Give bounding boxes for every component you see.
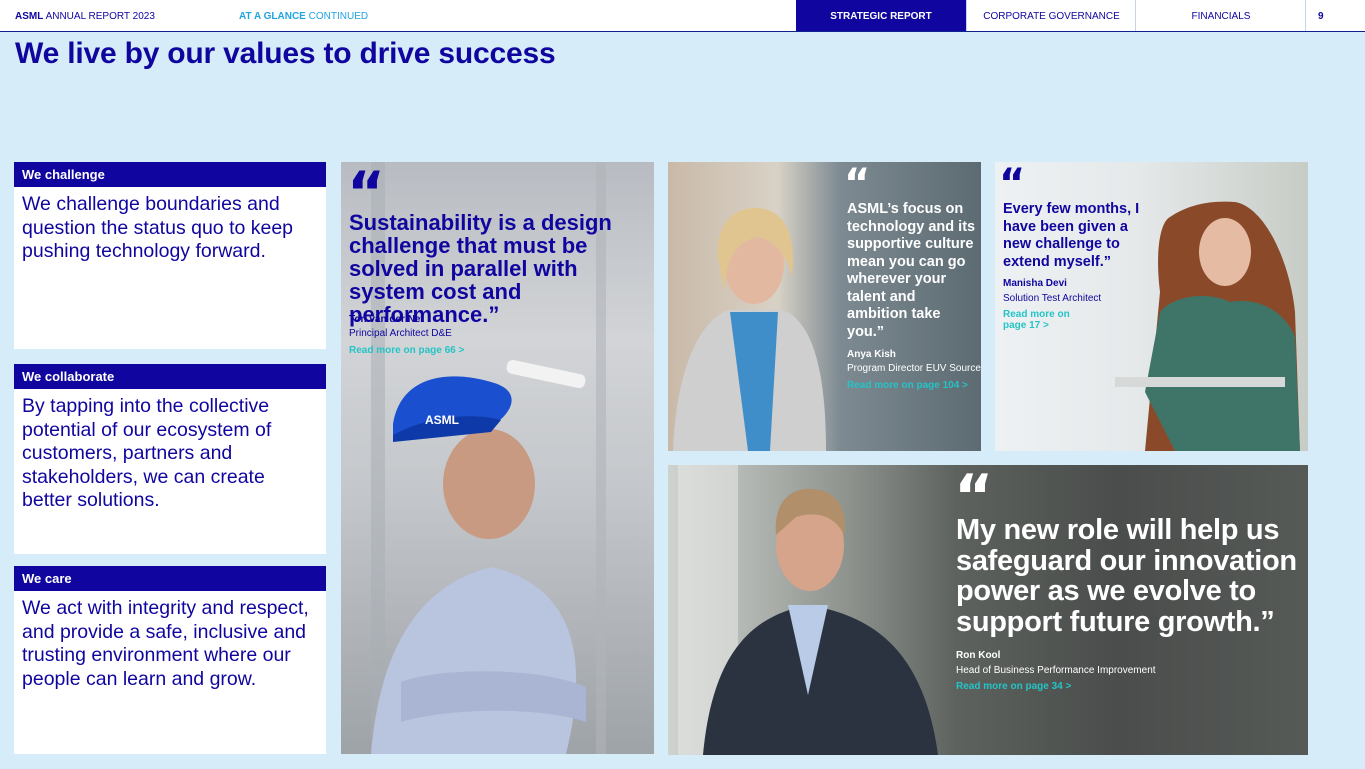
section-breadcrumb[interactable]: AT A GLANCE CONTINUED: [239, 11, 368, 22]
top-navigation-bar: ASML ANNUAL REPORT 2023 AT A GLANCE CONT…: [0, 0, 1365, 32]
quote-text: ASML’s focus on technology and its suppo…: [847, 201, 976, 340]
page-title: We live by our values to drive success: [15, 37, 556, 70]
read-more-link[interactable]: Read more on page 66 >: [349, 345, 464, 356]
value-heading: We collaborate: [14, 364, 326, 389]
helmet-logo: ASML: [425, 413, 459, 427]
photo-manisha-devi: “ Every few months, I have been given a …: [995, 162, 1308, 451]
quote-text: My new role will help us safeguard our i…: [956, 514, 1297, 638]
quote-text: Every few months, I have been given a ne…: [1003, 201, 1140, 270]
person-name: Ton van der Net: [349, 314, 424, 325]
tab-financials[interactable]: FINANCIALS: [1135, 0, 1306, 31]
photo-ron-kool: “ My new role will help us safeguard our…: [668, 465, 1308, 755]
read-more-link[interactable]: Read more on page 34 >: [956, 681, 1071, 692]
tab-corporate-governance[interactable]: CORPORATE GOVERNANCE: [966, 0, 1136, 31]
person-name: Ron Kool: [956, 650, 1001, 661]
photo-ton-van-der-net: ASML “ Sustainability is a design challe…: [341, 162, 654, 754]
person-role: Principal Architect D&E: [349, 328, 452, 339]
person-role: Program Director EUV Source: [847, 363, 981, 374]
read-more-link[interactable]: Read more on page 104 >: [847, 380, 968, 391]
quote-text: Sustainability is a design challenge tha…: [349, 210, 612, 327]
report-brand[interactable]: ASML ANNUAL REPORT 2023: [15, 11, 155, 22]
tab-divider: [1305, 0, 1306, 31]
value-card-challenge: We challenge We challenge boundaries and…: [14, 162, 326, 349]
page-number: 9: [1318, 11, 1324, 22]
tab-strategic-report[interactable]: STRATEGIC REPORT: [796, 0, 966, 31]
person-role: Head of Business Performance Improvement: [956, 665, 1156, 676]
value-heading: We care: [14, 566, 326, 591]
value-heading: We challenge: [14, 162, 326, 187]
photo-anya-kish: “ ASML’s focus on technology and its sup…: [668, 162, 981, 451]
quote-mark-icon: “: [844, 162, 871, 207]
quote-mark-icon: “: [999, 162, 1026, 207]
person-name: Anya Kish: [847, 349, 896, 360]
read-more-link[interactable]: Read more on page 17 >: [1003, 309, 1083, 331]
value-card-care: We care We act with integrity and respec…: [14, 566, 326, 754]
value-description: By tapping into the collective potential…: [22, 395, 272, 511]
person-name: Manisha Devi: [1003, 278, 1067, 289]
value-card-collaborate: We collaborate By tapping into the colle…: [14, 364, 326, 554]
value-description: We challenge boundaries and question the…: [22, 193, 294, 262]
person-role: Solution Test Architect: [1003, 293, 1102, 304]
value-description: We act with integrity and respect, and p…: [22, 597, 309, 690]
